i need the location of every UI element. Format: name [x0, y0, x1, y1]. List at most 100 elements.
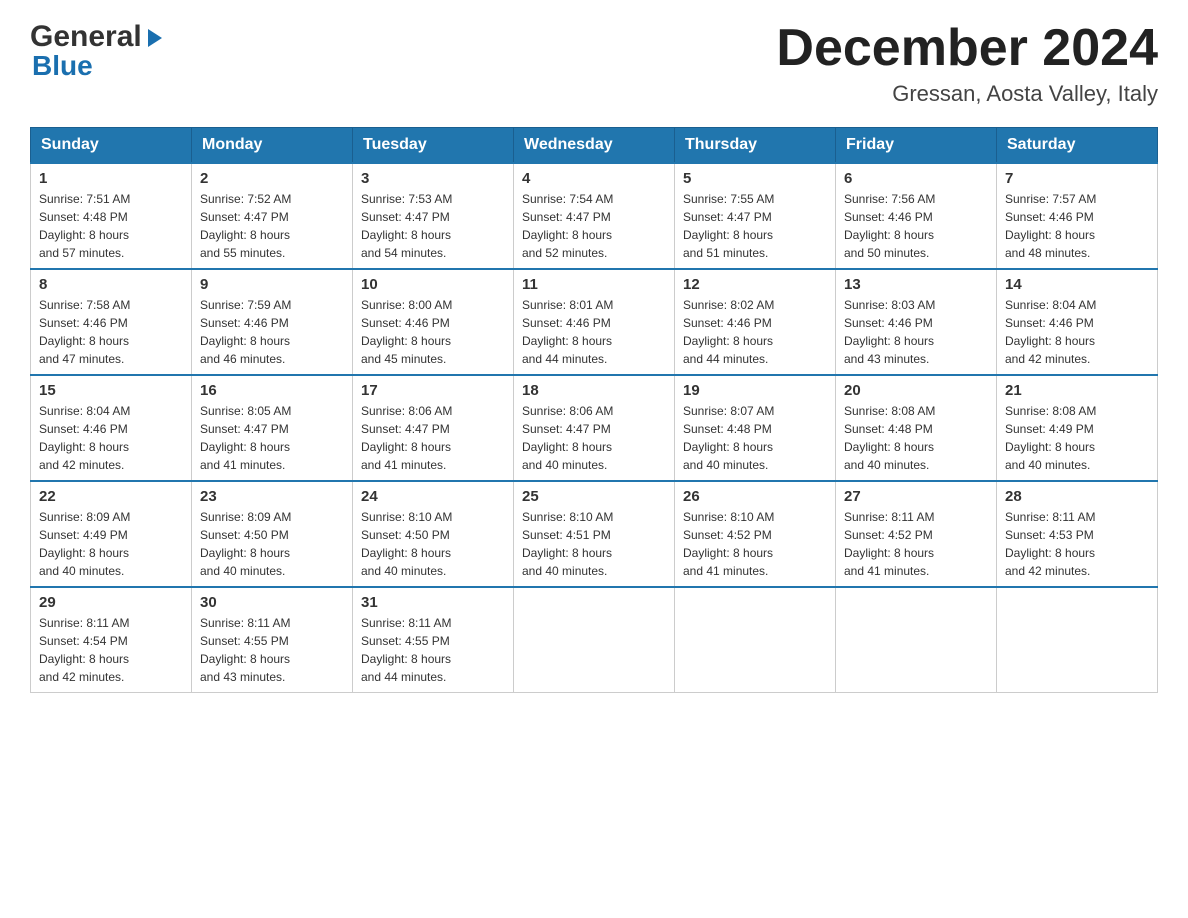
calendar-cell: 10 Sunrise: 8:00 AMSunset: 4:46 PMDayligh…: [353, 269, 514, 375]
day-info: Sunrise: 8:11 AMSunset: 4:55 PMDaylight:…: [200, 614, 344, 686]
col-header-wednesday: Wednesday: [514, 128, 675, 164]
day-number: 9: [200, 276, 344, 293]
col-header-saturday: Saturday: [997, 128, 1158, 164]
calendar-cell: 4 Sunrise: 7:54 AMSunset: 4:47 PMDaylight…: [514, 163, 675, 269]
day-info: Sunrise: 8:10 AMSunset: 4:50 PMDaylight:…: [361, 508, 505, 580]
day-number: 26: [683, 488, 827, 505]
week-row-4: 22 Sunrise: 8:09 AMSunset: 4:49 PMDayligh…: [31, 481, 1158, 587]
calendar-cell: 12 Sunrise: 8:02 AMSunset: 4:46 PMDayligh…: [675, 269, 836, 375]
day-info: Sunrise: 8:09 AMSunset: 4:50 PMDaylight:…: [200, 508, 344, 580]
calendar-cell: 14 Sunrise: 8:04 AMSunset: 4:46 PMDayligh…: [997, 269, 1158, 375]
day-info: Sunrise: 8:00 AMSunset: 4:46 PMDaylight:…: [361, 296, 505, 368]
day-info: Sunrise: 8:10 AMSunset: 4:51 PMDaylight:…: [522, 508, 666, 580]
calendar-cell: 1 Sunrise: 7:51 AMSunset: 4:48 PMDaylight…: [31, 163, 192, 269]
day-number: 29: [39, 594, 183, 611]
day-number: 4: [522, 170, 666, 187]
day-info: Sunrise: 8:06 AMSunset: 4:47 PMDaylight:…: [522, 402, 666, 474]
day-info: Sunrise: 7:55 AMSunset: 4:47 PMDaylight:…: [683, 190, 827, 262]
day-number: 7: [1005, 170, 1149, 187]
col-header-friday: Friday: [836, 128, 997, 164]
logo: General Blue: [30, 20, 166, 82]
day-number: 18: [522, 382, 666, 399]
calendar-cell: [836, 587, 997, 693]
day-info: Sunrise: 7:58 AMSunset: 4:46 PMDaylight:…: [39, 296, 183, 368]
col-header-tuesday: Tuesday: [353, 128, 514, 164]
day-number: 13: [844, 276, 988, 293]
day-info: Sunrise: 8:03 AMSunset: 4:46 PMDaylight:…: [844, 296, 988, 368]
day-number: 8: [39, 276, 183, 293]
day-info: Sunrise: 8:06 AMSunset: 4:47 PMDaylight:…: [361, 402, 505, 474]
day-info: Sunrise: 8:02 AMSunset: 4:46 PMDaylight:…: [683, 296, 827, 368]
calendar-cell: 28 Sunrise: 8:11 AMSunset: 4:53 PMDayligh…: [997, 481, 1158, 587]
day-info: Sunrise: 8:11 AMSunset: 4:53 PMDaylight:…: [1005, 508, 1149, 580]
day-number: 30: [200, 594, 344, 611]
day-number: 22: [39, 488, 183, 505]
day-number: 14: [1005, 276, 1149, 293]
day-info: Sunrise: 7:52 AMSunset: 4:47 PMDaylight:…: [200, 190, 344, 262]
calendar-cell: 22 Sunrise: 8:09 AMSunset: 4:49 PMDayligh…: [31, 481, 192, 587]
calendar-header-row: SundayMondayTuesdayWednesdayThursdayFrid…: [31, 128, 1158, 164]
day-number: 6: [844, 170, 988, 187]
day-info: Sunrise: 7:53 AMSunset: 4:47 PMDaylight:…: [361, 190, 505, 262]
day-number: 15: [39, 382, 183, 399]
day-number: 24: [361, 488, 505, 505]
calendar-cell: 2Sunrise: 7:52 AMSunset: 4:47 PMDaylight…: [192, 163, 353, 269]
month-title: December 2024: [776, 20, 1158, 77]
logo-blue: Blue: [32, 50, 93, 82]
calendar-cell: 7Sunrise: 7:57 AMSunset: 4:46 PMDaylight…: [997, 163, 1158, 269]
day-info: Sunrise: 7:54 AMSunset: 4:47 PMDaylight:…: [522, 190, 666, 262]
week-row-5: 29 Sunrise: 8:11 AMSunset: 4:54 PMDayligh…: [31, 587, 1158, 693]
day-number: 5: [683, 170, 827, 187]
calendar-cell: 5 Sunrise: 7:55 AMSunset: 4:47 PMDaylight…: [675, 163, 836, 269]
week-row-2: 8 Sunrise: 7:58 AMSunset: 4:46 PMDaylight…: [31, 269, 1158, 375]
day-number: 31: [361, 594, 505, 611]
calendar-cell: 27Sunrise: 8:11 AMSunset: 4:52 PMDayligh…: [836, 481, 997, 587]
calendar-cell: 25 Sunrise: 8:10 AMSunset: 4:51 PMDayligh…: [514, 481, 675, 587]
calendar-table: SundayMondayTuesdayWednesdayThursdayFrid…: [30, 127, 1158, 693]
col-header-monday: Monday: [192, 128, 353, 164]
day-info: Sunrise: 7:51 AMSunset: 4:48 PMDaylight:…: [39, 190, 183, 262]
day-info: Sunrise: 8:11 AMSunset: 4:52 PMDaylight:…: [844, 508, 988, 580]
calendar-cell: 16 Sunrise: 8:05 AMSunset: 4:47 PMDayligh…: [192, 375, 353, 481]
calendar-cell: 3Sunrise: 7:53 AMSunset: 4:47 PMDaylight…: [353, 163, 514, 269]
day-number: 12: [683, 276, 827, 293]
day-number: 19: [683, 382, 827, 399]
day-info: Sunrise: 8:05 AMSunset: 4:47 PMDaylight:…: [200, 402, 344, 474]
day-number: 21: [1005, 382, 1149, 399]
calendar-cell: [514, 587, 675, 693]
week-row-1: 1 Sunrise: 7:51 AMSunset: 4:48 PMDaylight…: [31, 163, 1158, 269]
calendar-cell: 19 Sunrise: 8:07 AMSunset: 4:48 PMDayligh…: [675, 375, 836, 481]
day-info: Sunrise: 8:09 AMSunset: 4:49 PMDaylight:…: [39, 508, 183, 580]
day-info: Sunrise: 8:04 AMSunset: 4:46 PMDaylight:…: [1005, 296, 1149, 368]
calendar-cell: 11 Sunrise: 8:01 AMSunset: 4:46 PMDayligh…: [514, 269, 675, 375]
day-info: Sunrise: 8:04 AMSunset: 4:46 PMDaylight:…: [39, 402, 183, 474]
calendar-cell: [997, 587, 1158, 693]
day-number: 28: [1005, 488, 1149, 505]
calendar-cell: 18 Sunrise: 8:06 AMSunset: 4:47 PMDayligh…: [514, 375, 675, 481]
day-number: 10: [361, 276, 505, 293]
day-number: 17: [361, 382, 505, 399]
day-info: Sunrise: 7:59 AMSunset: 4:46 PMDaylight:…: [200, 296, 344, 368]
calendar-cell: 8 Sunrise: 7:58 AMSunset: 4:46 PMDaylight…: [31, 269, 192, 375]
calendar-cell: 17 Sunrise: 8:06 AMSunset: 4:47 PMDayligh…: [353, 375, 514, 481]
calendar-cell: 29 Sunrise: 8:11 AMSunset: 4:54 PMDayligh…: [31, 587, 192, 693]
day-number: 1: [39, 170, 183, 187]
col-header-thursday: Thursday: [675, 128, 836, 164]
day-number: 16: [200, 382, 344, 399]
calendar-cell: 23Sunrise: 8:09 AMSunset: 4:50 PMDayligh…: [192, 481, 353, 587]
calendar-cell: 15 Sunrise: 8:04 AMSunset: 4:46 PMDayligh…: [31, 375, 192, 481]
day-number: 25: [522, 488, 666, 505]
day-number: 11: [522, 276, 666, 293]
day-info: Sunrise: 8:08 AMSunset: 4:49 PMDaylight:…: [1005, 402, 1149, 474]
calendar-cell: 9 Sunrise: 7:59 AMSunset: 4:46 PMDaylight…: [192, 269, 353, 375]
logo-arrow-icon: [144, 27, 166, 49]
day-info: Sunrise: 8:10 AMSunset: 4:52 PMDaylight:…: [683, 508, 827, 580]
day-info: Sunrise: 8:08 AMSunset: 4:48 PMDaylight:…: [844, 402, 988, 474]
calendar-cell: 20 Sunrise: 8:08 AMSunset: 4:48 PMDayligh…: [836, 375, 997, 481]
day-info: Sunrise: 8:01 AMSunset: 4:46 PMDaylight:…: [522, 296, 666, 368]
day-info: Sunrise: 8:11 AMSunset: 4:54 PMDaylight:…: [39, 614, 183, 686]
day-info: Sunrise: 8:07 AMSunset: 4:48 PMDaylight:…: [683, 402, 827, 474]
location-subtitle: Gressan, Aosta Valley, Italy: [776, 81, 1158, 107]
col-header-sunday: Sunday: [31, 128, 192, 164]
day-number: 20: [844, 382, 988, 399]
